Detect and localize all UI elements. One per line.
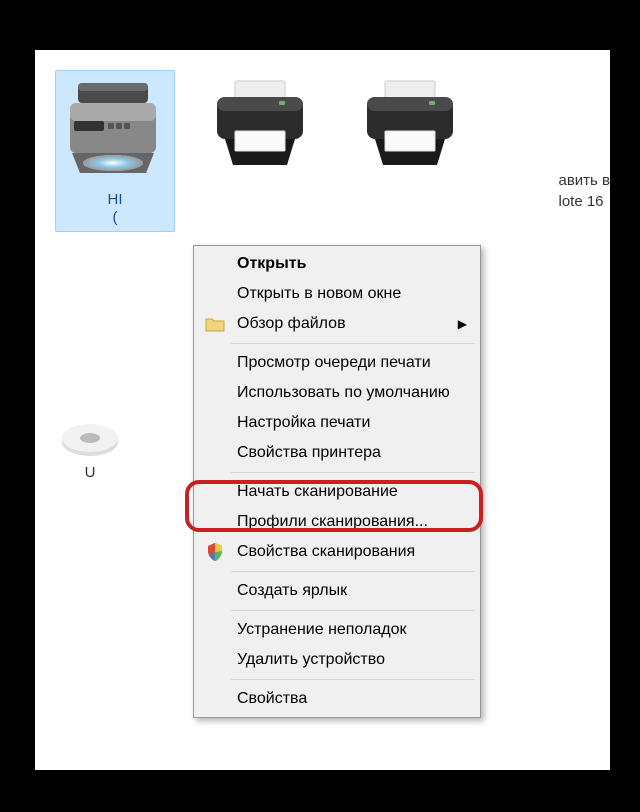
device-partial-label: авить в lote 16: [558, 170, 610, 212]
menu-print-settings[interactable]: Настройка печати: [197, 408, 477, 438]
menu-label: Устранение неполадок: [237, 621, 406, 639]
menu-view-queue[interactable]: Просмотр очереди печати: [197, 348, 477, 378]
device-printer-2[interactable]: [205, 70, 325, 232]
folder-icon: [205, 314, 225, 334]
menu-separator: [231, 571, 475, 572]
menu-label: Открыть: [237, 255, 306, 273]
menu-label: Свойства принтера: [237, 444, 381, 462]
menu-scan-profiles[interactable]: Профили сканирования...: [197, 507, 477, 537]
device-printer-3[interactable]: [355, 70, 475, 232]
menu-scan-properties[interactable]: Свойства сканирования: [197, 537, 477, 567]
menu-label: Использовать по умолчанию: [237, 384, 450, 402]
menu-start-scan[interactable]: Начать сканирование: [197, 477, 477, 507]
menu-label: Начать сканирование: [237, 483, 398, 501]
device-label: HI (: [60, 191, 170, 227]
mfp-icon: [60, 75, 170, 185]
context-menu: Открыть Открыть в новом окне Обзор файло…: [193, 245, 481, 718]
menu-label: Просмотр очереди печати: [237, 354, 431, 372]
shield-icon: [205, 542, 225, 562]
menu-label: Профили сканирования...: [237, 513, 428, 531]
menu-label: Свойства: [237, 690, 307, 708]
menu-label: Создать ярлык: [237, 582, 347, 600]
menu-label: Настройка печати: [237, 414, 370, 432]
menu-properties[interactable]: Свойства: [197, 684, 477, 714]
usb-device-icon: [60, 400, 120, 460]
menu-troubleshoot[interactable]: Устранение неполадок: [197, 615, 477, 645]
menu-create-shortcut[interactable]: Создать ярлык: [197, 576, 477, 606]
submenu-arrow-icon: ▶: [458, 317, 467, 331]
menu-label: Свойства сканирования: [237, 543, 415, 561]
menu-separator: [231, 610, 475, 611]
menu-label: Удалить устройство: [237, 651, 385, 669]
menu-label: Обзор файлов: [237, 315, 346, 333]
menu-open[interactable]: Открыть: [197, 249, 477, 279]
menu-separator: [231, 679, 475, 680]
menu-separator: [231, 343, 475, 344]
menu-browse-files[interactable]: Обзор файлов ▶: [197, 309, 477, 339]
devices-window: HI (: [35, 50, 610, 770]
menu-printer-properties[interactable]: Свойства принтера: [197, 438, 477, 468]
printer-icon: [355, 70, 465, 180]
usb-device-label: U: [35, 464, 145, 481]
menu-separator: [231, 472, 475, 473]
menu-set-default[interactable]: Использовать по умолчанию: [197, 378, 477, 408]
printer-icon: [205, 70, 315, 180]
menu-remove-device[interactable]: Удалить устройство: [197, 645, 477, 675]
device-mfp-selected[interactable]: HI (: [55, 70, 175, 232]
menu-open-new-window[interactable]: Открыть в новом окне: [197, 279, 477, 309]
device-usb[interactable]: U: [35, 400, 145, 481]
menu-label: Открыть в новом окне: [237, 285, 401, 303]
devices-grid: HI (: [55, 70, 475, 232]
